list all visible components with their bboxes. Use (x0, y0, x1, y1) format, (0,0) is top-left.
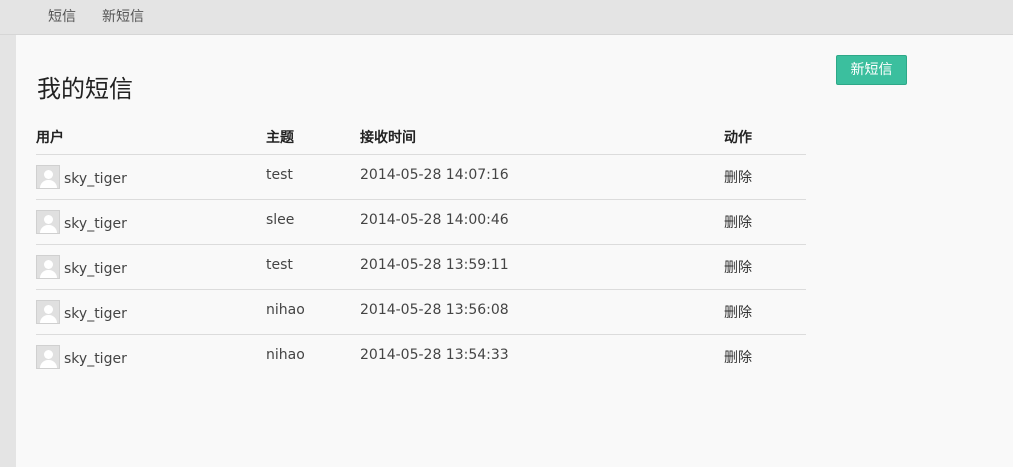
action-cell: 删除 (724, 154, 806, 200)
delete-link[interactable]: 删除 (724, 167, 752, 187)
time-cell: 2014-05-28 13:54:33 (360, 335, 724, 380)
header-user: 用户 (36, 120, 266, 155)
subject-link[interactable]: slee (266, 212, 294, 228)
delete-link[interactable]: 删除 (724, 302, 752, 322)
subject-cell: test (266, 244, 360, 290)
received-time: 2014-05-28 13:54:33 (360, 347, 509, 363)
avatar-icon[interactable] (36, 300, 60, 324)
action-cell: 删除 (724, 335, 806, 380)
user-cell: sky_tiger (36, 244, 266, 290)
nav-link-messages[interactable]: 短信 (48, 6, 76, 26)
page-title: 我的短信 (37, 75, 133, 103)
subject-link[interactable]: nihao (266, 347, 305, 363)
main-panel: 我的短信 新短信 用户 主题 接收时间 动作 sky_tiger test 20… (16, 35, 1013, 467)
time-cell: 2014-05-28 13:56:08 (360, 289, 724, 335)
table-row: sky_tiger slee 2014-05-28 14:00:46 删除 (36, 199, 806, 245)
table-row: sky_tiger test 2014-05-28 13:59:11 删除 (36, 244, 806, 290)
delete-link[interactable]: 删除 (724, 257, 752, 277)
username-link[interactable]: sky_tiger (64, 216, 127, 232)
subject-cell: slee (266, 199, 360, 245)
avatar-icon[interactable] (36, 210, 60, 234)
action-cell: 删除 (724, 244, 806, 290)
received-time: 2014-05-28 14:00:46 (360, 212, 509, 228)
table-row: sky_tiger nihao 2014-05-28 13:54:33 删除 (36, 335, 806, 380)
user-cell: sky_tiger (36, 289, 266, 335)
time-cell: 2014-05-28 14:07:16 (360, 154, 724, 200)
time-cell: 2014-05-28 14:00:46 (360, 199, 724, 245)
action-cell: 删除 (724, 199, 806, 245)
delete-link[interactable]: 删除 (724, 212, 752, 232)
user-cell: sky_tiger (36, 199, 266, 245)
user-cell: sky_tiger (36, 154, 266, 200)
subject-link[interactable]: test (266, 257, 293, 273)
username-link[interactable]: sky_tiger (64, 171, 127, 187)
subject-link[interactable]: nihao (266, 302, 305, 318)
table-row: sky_tiger nihao 2014-05-28 13:56:08 删除 (36, 289, 806, 335)
nav-link-new-message[interactable]: 新短信 (102, 6, 144, 26)
delete-link[interactable]: 删除 (724, 347, 752, 367)
action-cell: 删除 (724, 289, 806, 335)
header-action: 动作 (724, 120, 806, 155)
table-header-row: 用户 主题 接收时间 动作 (36, 120, 806, 155)
username-link[interactable]: sky_tiger (64, 351, 127, 367)
received-time: 2014-05-28 13:56:08 (360, 302, 509, 318)
username-link[interactable]: sky_tiger (64, 261, 127, 277)
received-time: 2014-05-28 14:07:16 (360, 167, 509, 183)
avatar-icon[interactable] (36, 165, 60, 189)
avatar-icon[interactable] (36, 255, 60, 279)
table-row: sky_tiger test 2014-05-28 14:07:16 删除 (36, 154, 806, 200)
received-time: 2014-05-28 13:59:11 (360, 257, 509, 273)
messages-table: 用户 主题 接收时间 动作 sky_tiger test 2014-05-28 … (36, 120, 806, 379)
time-cell: 2014-05-28 13:59:11 (360, 244, 724, 290)
username-link[interactable]: sky_tiger (64, 306, 127, 322)
avatar-icon[interactable] (36, 345, 60, 369)
top-navbar: 短信 新短信 (0, 0, 1013, 35)
new-message-button[interactable]: 新短信 (836, 55, 907, 85)
subject-cell: nihao (266, 289, 360, 335)
header-subject: 主题 (266, 120, 360, 155)
subject-cell: test (266, 154, 360, 200)
user-cell: sky_tiger (36, 335, 266, 380)
subject-link[interactable]: test (266, 167, 293, 183)
subject-cell: nihao (266, 335, 360, 380)
header-time: 接收时间 (360, 120, 724, 155)
